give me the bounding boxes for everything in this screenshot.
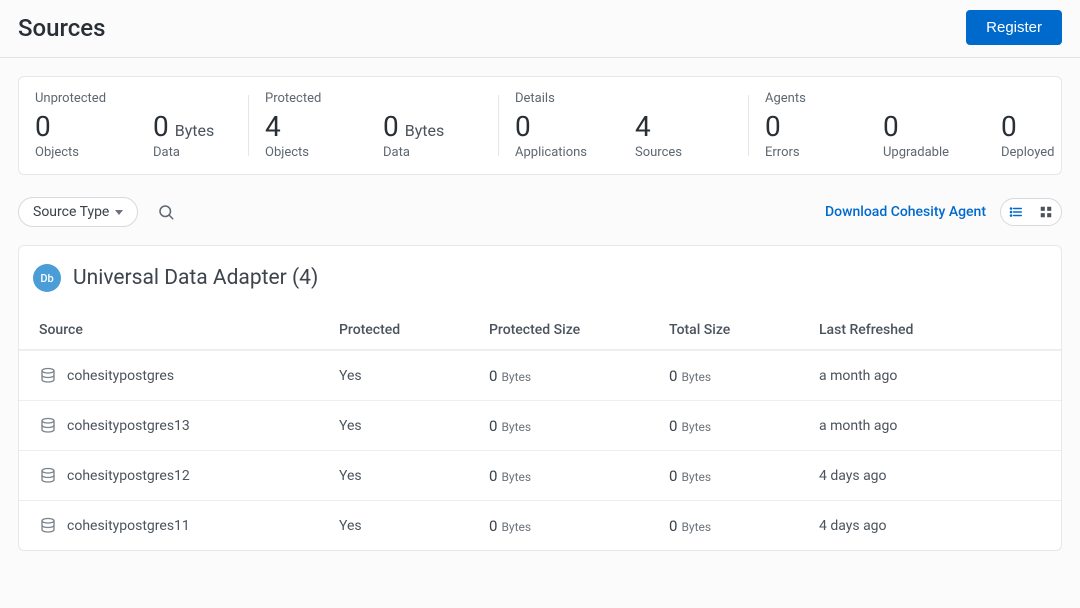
protected-data-unit: Bytes [405, 123, 445, 140]
list-view-button[interactable] [1001, 199, 1031, 225]
stat-sub: Errors [765, 145, 835, 160]
cell-protected: Yes [339, 468, 489, 484]
stats-details: Details 0 Applications 4 Sources [499, 91, 749, 160]
table-row[interactable]: cohesitypostgres12 Yes 0Bytes 0Bytes 4 d… [19, 450, 1061, 500]
database-icon [39, 417, 57, 435]
stat-sub: Applications [515, 145, 587, 160]
source-name: cohesitypostgres12 [67, 468, 190, 484]
grid-icon [1039, 205, 1053, 219]
th-last-refreshed: Last Refreshed [819, 322, 1041, 338]
stat-sub: Objects [35, 145, 105, 160]
database-icon [39, 517, 57, 535]
stat-sub: Data [153, 145, 223, 160]
stats-label: Unprotected [35, 91, 233, 106]
stats-label: Details [515, 91, 733, 106]
th-protected-size: Protected Size [489, 322, 669, 338]
protected-objects-value: 4 [265, 112, 281, 141]
details-applications-value: 0 [515, 112, 531, 141]
cell-refreshed: 4 days ago [819, 468, 1041, 484]
table-row[interactable]: cohesitypostgres Yes 0Bytes 0Bytes a mon… [19, 350, 1061, 400]
stats-agents: Agents 0 Errors 0 Upgradable 0 Deployed [749, 91, 1080, 160]
cell-protected-size: 0Bytes [489, 467, 669, 485]
sources-card: Db Universal Data Adapter (4) Source Pro… [18, 245, 1062, 551]
unprotected-data-unit: Bytes [175, 123, 215, 140]
search-icon [157, 203, 175, 221]
page-header: Sources Register [0, 0, 1080, 58]
filter-bar: Source Type Download Cohesity Agent [0, 197, 1080, 245]
table-header: Source Protected Protected Size Total Si… [19, 310, 1061, 350]
source-name: cohesitypostgres [67, 368, 174, 384]
unprotected-objects-value: 0 [35, 112, 51, 141]
download-agent-link[interactable]: Download Cohesity Agent [825, 204, 986, 220]
cell-total-size: 0Bytes [669, 417, 819, 435]
agents-upgradable-value: 0 [883, 112, 899, 141]
cell-total-size: 0Bytes [669, 467, 819, 485]
search-button[interactable] [152, 198, 180, 226]
details-sources-value: 4 [635, 112, 651, 141]
cell-protected: Yes [339, 518, 489, 534]
unprotected-data-value: 0 [153, 112, 169, 141]
cell-refreshed: a month ago [819, 418, 1041, 434]
cell-protected: Yes [339, 418, 489, 434]
agents-errors-value: 0 [765, 112, 781, 141]
cell-protected-size: 0Bytes [489, 367, 669, 385]
list-icon [1009, 205, 1023, 219]
stats-panel: Unprotected 0 Objects 0 Bytes Data Prote… [18, 76, 1062, 175]
page-title: Sources [18, 14, 106, 42]
stats-label: Agents [765, 91, 1071, 106]
source-name: cohesitypostgres13 [67, 418, 190, 434]
stats-unprotected: Unprotected 0 Objects 0 Bytes Data [19, 91, 249, 160]
register-button[interactable]: Register [966, 10, 1062, 45]
source-name: cohesitypostgres11 [67, 518, 190, 534]
cell-total-size: 0Bytes [669, 367, 819, 385]
stat-sub: Sources [635, 145, 705, 160]
cell-refreshed: a month ago [819, 368, 1041, 384]
stats-protected: Protected 4 Objects 0 Bytes Data [249, 91, 499, 160]
cell-protected-size: 0Bytes [489, 517, 669, 535]
cell-protected-size: 0Bytes [489, 417, 669, 435]
table-row[interactable]: cohesitypostgres13 Yes 0Bytes 0Bytes a m… [19, 400, 1061, 450]
cell-protected: Yes [339, 368, 489, 384]
view-toggle [1000, 198, 1062, 226]
agents-deployed-value: 0 [1001, 112, 1017, 141]
protected-data-value: 0 [383, 112, 399, 141]
database-icon [39, 467, 57, 485]
stats-label: Protected [265, 91, 483, 106]
th-total-size: Total Size [669, 322, 819, 338]
group-title: Universal Data Adapter (4) [73, 266, 318, 290]
source-type-filter[interactable]: Source Type [18, 197, 138, 227]
stat-sub: Upgradable [883, 145, 953, 160]
stat-sub: Data [383, 145, 453, 160]
cell-refreshed: 4 days ago [819, 518, 1041, 534]
th-source: Source [39, 322, 339, 338]
group-header: Db Universal Data Adapter (4) [19, 246, 1061, 310]
chevron-down-icon [115, 210, 123, 215]
database-icon [39, 367, 57, 385]
source-type-filter-label: Source Type [33, 204, 109, 220]
group-badge: Db [33, 264, 61, 292]
table-row[interactable]: cohesitypostgres11 Yes 0Bytes 0Bytes 4 d… [19, 500, 1061, 550]
th-protected: Protected [339, 322, 489, 338]
cell-total-size: 0Bytes [669, 517, 819, 535]
stat-sub: Objects [265, 145, 335, 160]
grid-view-button[interactable] [1031, 199, 1061, 225]
stat-sub: Deployed [1001, 145, 1071, 160]
